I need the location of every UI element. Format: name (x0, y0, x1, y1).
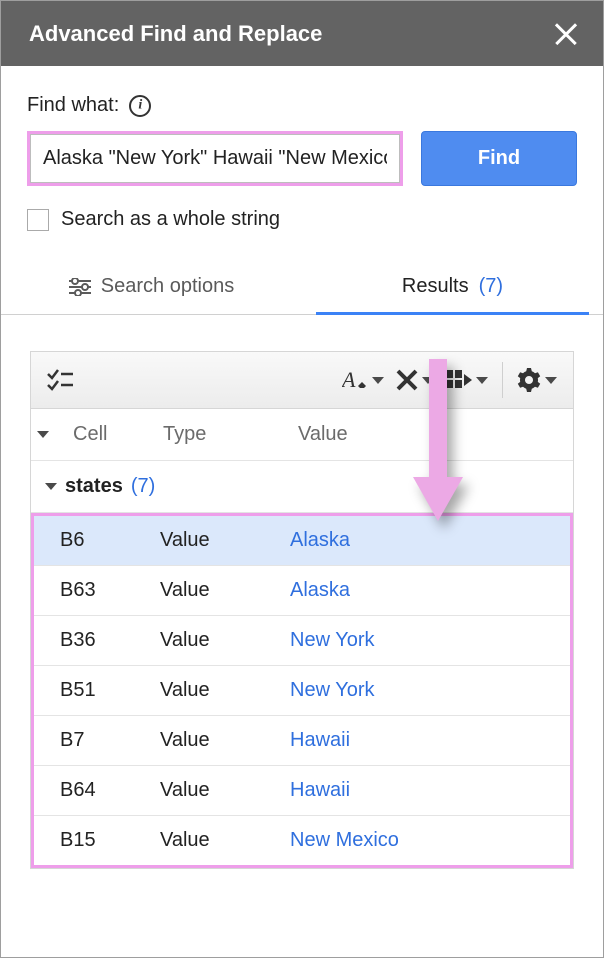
find-input-highlight (27, 131, 403, 186)
results-rows-highlight: B6ValueAlaskaB63ValueAlaskaB36ValueNew Y… (31, 513, 573, 868)
x-icon (396, 369, 418, 391)
export-button[interactable] (440, 362, 494, 398)
cell-ref: B51 (60, 679, 160, 702)
close-icon[interactable] (553, 21, 579, 47)
checklist-icon (47, 369, 73, 391)
tab-search-options-label: Search options (101, 275, 234, 298)
find-what-label: Find what: (27, 94, 119, 117)
cell-type: Value (160, 529, 290, 552)
gear-icon (517, 368, 541, 392)
caret-down-icon (372, 377, 384, 384)
group-count: (7) (131, 475, 155, 498)
tab-results[interactable]: Results (7) (302, 261, 603, 314)
col-header-cell[interactable]: Cell (73, 423, 163, 446)
caret-down-icon (422, 377, 434, 384)
caret-down-icon (545, 377, 557, 384)
results-toolbar: A (30, 351, 574, 409)
group-row[interactable]: states (7) (31, 461, 573, 513)
cell-type: Value (160, 729, 290, 752)
table-row[interactable]: B6ValueAlaska (34, 516, 570, 566)
cell-ref: B6 (60, 529, 160, 552)
cell-ref: B15 (60, 829, 160, 852)
tab-strip: Search options Results (7) (1, 261, 603, 315)
group-name: states (65, 475, 123, 498)
cell-type: Value (160, 579, 290, 602)
find-input-row: Find (27, 131, 577, 186)
header-collapse-caret[interactable] (37, 431, 73, 438)
caret-down-icon (476, 377, 488, 384)
find-button[interactable]: Find (421, 131, 577, 186)
table-header: Cell Type Value (31, 409, 573, 461)
cell-value[interactable]: Hawaii (290, 779, 560, 802)
cell-type: Value (160, 779, 290, 802)
format-button[interactable]: A (336, 360, 390, 400)
find-label-row: Find what: (27, 94, 577, 117)
group-collapse-caret (45, 483, 57, 490)
cell-ref: B36 (60, 629, 160, 652)
table-row[interactable]: B15ValueNew Mexico (34, 816, 570, 865)
cell-ref: B64 (60, 779, 160, 802)
table-row[interactable]: B63ValueAlaska (34, 566, 570, 616)
table-row[interactable]: B36ValueNew York (34, 616, 570, 666)
whole-string-checkbox[interactable] (27, 209, 49, 231)
cell-type: Value (160, 629, 290, 652)
col-header-type[interactable]: Type (163, 423, 298, 446)
tab-search-options[interactable]: Search options (1, 261, 302, 314)
format-text-icon: A (342, 368, 368, 392)
delete-button[interactable] (390, 361, 440, 399)
table-row[interactable]: B51ValueNew York (34, 666, 570, 716)
select-all-button[interactable] (41, 361, 79, 399)
cell-value[interactable]: Alaska (290, 579, 560, 602)
sliders-icon (69, 278, 91, 296)
cell-value[interactable]: New York (290, 629, 560, 652)
results-table: Cell Type Value states (7) B6ValueAlaska… (30, 409, 574, 869)
cell-ref: B7 (60, 729, 160, 752)
table-row[interactable]: B7ValueHawaii (34, 716, 570, 766)
dialog-body: Find what: Find Search as a whole string (1, 66, 603, 869)
toolbar-divider (502, 362, 503, 398)
tab-results-count: (7) (479, 275, 503, 298)
col-header-value[interactable]: Value (298, 423, 563, 446)
toolbar-actions: A (336, 360, 563, 400)
cell-type: Value (160, 679, 290, 702)
dialog-title: Advanced Find and Replace (29, 21, 322, 47)
table-row[interactable]: B64ValueHawaii (34, 766, 570, 816)
whole-string-row: Search as a whole string (27, 208, 577, 231)
cell-value[interactable]: New Mexico (290, 829, 560, 852)
svg-text:A: A (342, 368, 356, 392)
cell-ref: B63 (60, 579, 160, 602)
whole-string-label: Search as a whole string (61, 208, 280, 231)
tab-results-label: Results (402, 275, 469, 298)
cell-value[interactable]: New York (290, 679, 560, 702)
info-icon[interactable] (129, 95, 151, 117)
settings-button[interactable] (511, 360, 563, 400)
grid-arrow-icon (446, 370, 472, 390)
results-area: A (27, 315, 577, 869)
cell-value[interactable]: Hawaii (290, 729, 560, 752)
cell-value[interactable]: Alaska (290, 529, 560, 552)
cell-type: Value (160, 829, 290, 852)
find-input[interactable] (30, 134, 400, 183)
dialog-header: Advanced Find and Replace (1, 1, 603, 66)
